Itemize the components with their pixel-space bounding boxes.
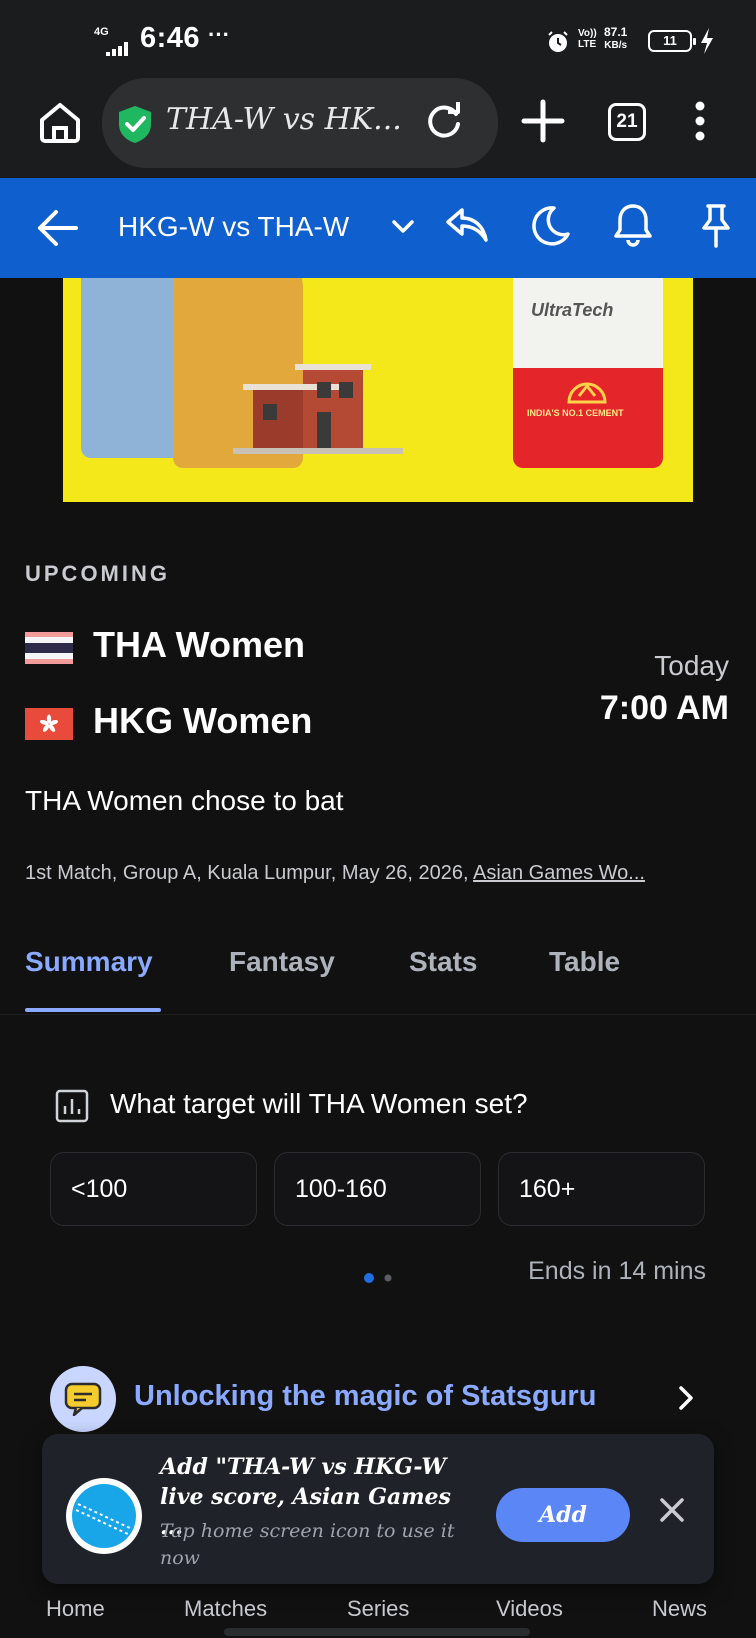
series-link[interactable]: Asian Games Wo... <box>473 862 645 884</box>
nav-series[interactable]: Series <box>347 1596 409 1622</box>
tabs-icon[interactable]: 21 <box>608 103 646 141</box>
home-icon[interactable] <box>36 98 84 146</box>
match-time: 7:00 AM <box>599 689 729 727</box>
active-tab-indicator <box>25 1008 161 1012</box>
more-notifications: ··· <box>208 22 230 47</box>
nav-news[interactable]: News <box>652 1596 707 1622</box>
chevron-right-icon[interactable] <box>676 1384 696 1412</box>
team-name: THA Women <box>93 624 305 665</box>
poll-option[interactable]: 100-160 <box>274 1152 481 1226</box>
moon-icon[interactable] <box>528 204 572 248</box>
divider <box>0 1014 756 1015</box>
poll-option[interactable]: 160+ <box>498 1152 705 1226</box>
url-title: THA-W vs HK... <box>166 102 402 137</box>
nav-matches[interactable]: Matches <box>184 1596 267 1622</box>
reload-icon[interactable] <box>424 102 464 142</box>
poll-countdown: Ends in 14 mins <box>528 1257 706 1285</box>
clock: 6:46 <box>140 22 201 54</box>
ad-house-image <box>233 364 403 454</box>
more-vert-icon[interactable] <box>690 98 710 144</box>
charging-icon <box>701 28 713 54</box>
match-status: UPCOMING <box>25 561 170 586</box>
ad-tagline: INDIA'S NO.1 CEMENT <box>527 408 624 418</box>
chat-bubble-icon <box>64 1382 102 1416</box>
ad-logo-icon <box>567 382 607 404</box>
match-title[interactable]: HKG-W vs THA-W <box>118 211 349 243</box>
tab-fantasy[interactable]: Fantasy <box>229 946 335 978</box>
poll-question: What target will THA Women set? <box>110 1088 528 1119</box>
close-icon[interactable] <box>658 1496 686 1524</box>
plus-icon[interactable] <box>520 98 566 144</box>
tab-stats[interactable]: Stats <box>409 946 477 978</box>
battery-icon: 11 <box>648 30 696 52</box>
nav-home[interactable]: Home <box>46 1596 105 1622</box>
prompt-subtitle: Tap home screen icon to use it now <box>160 1520 455 1569</box>
bell-icon[interactable] <box>612 202 654 248</box>
team-name: HKG Women <box>93 700 313 741</box>
chevron-down-icon[interactable] <box>390 216 416 236</box>
alarm-icon <box>548 31 568 52</box>
url-bar[interactable]: THA-W vs HK... <box>102 78 498 168</box>
status-bar: 4G 6:46 ··· Vo)) LTE 87.1 KB/s 11 <box>0 0 756 78</box>
thailand-flag-icon <box>25 632 73 664</box>
share-icon[interactable] <box>444 204 490 246</box>
app-header: HKG-W vs THA-W <box>0 178 756 278</box>
add-button[interactable]: Add <box>496 1488 630 1542</box>
poll-chart-icon <box>55 1089 89 1123</box>
back-arrow-icon[interactable] <box>36 208 78 248</box>
nav-videos[interactable]: Videos <box>496 1596 563 1622</box>
browser-toolbar: THA-W vs HK... 21 <box>0 78 756 178</box>
add-to-home-prompt: Add "THA-W vs HKG-W live score, Asian Ga… <box>42 1434 714 1584</box>
shield-check-icon <box>119 106 151 143</box>
ad-banner[interactable]: UltraTech INDIA'S NO.1 CEMENT <box>63 278 693 502</box>
match-description: 1st Match, Group A, Kuala Lumpur, May 26… <box>25 862 645 884</box>
home-indicator[interactable] <box>224 1628 530 1636</box>
match-tabs: Summary Fantasy Stats Table <box>0 940 756 1015</box>
signal-icon: 4G <box>92 24 132 56</box>
network-speed: 87.1 KB/s <box>604 25 628 52</box>
statsguru-link[interactable]: Unlocking the magic of Statsguru <box>134 1380 596 1413</box>
poll-option[interactable]: <100 <box>50 1152 257 1226</box>
ad-cement-bag: UltraTech INDIA'S NO.1 CEMENT <box>513 278 663 468</box>
cricket-ball-icon <box>66 1478 142 1554</box>
carousel-dots <box>364 1273 392 1283</box>
match-day: Today <box>654 650 729 681</box>
toss-result: THA Women chose to bat <box>25 785 344 816</box>
tab-table[interactable]: Table <box>549 946 620 978</box>
statsguru-avatar <box>50 1366 116 1432</box>
tab-summary[interactable]: Summary <box>25 946 153 978</box>
ad-brand: UltraTech <box>531 300 614 320</box>
pin-icon[interactable] <box>700 202 732 250</box>
hong-kong-flag-icon <box>25 708 73 740</box>
volte-indicator: Vo)) LTE <box>578 28 597 50</box>
